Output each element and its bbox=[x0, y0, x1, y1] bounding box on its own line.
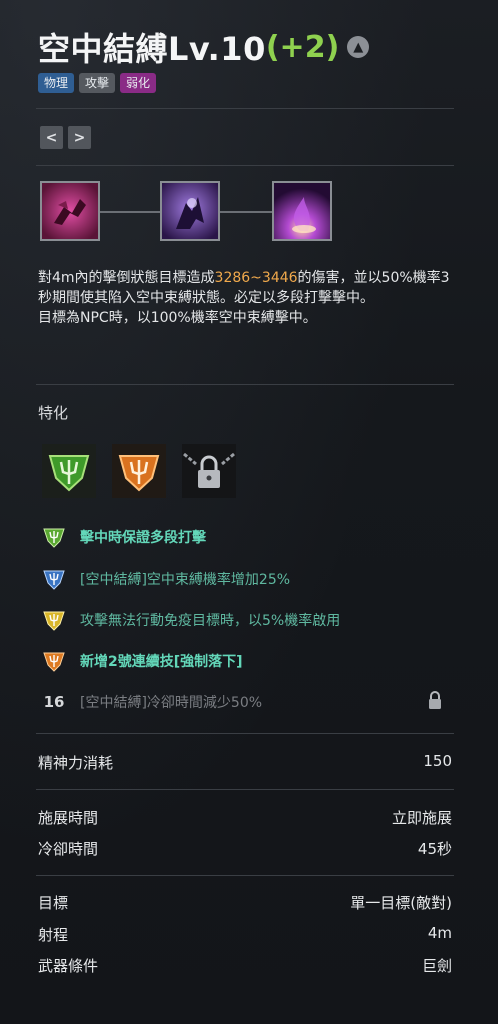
stat-cast-time: 施展時間 立即施展 bbox=[38, 807, 452, 828]
stat-cooldown: 冷卻時間 45秒 bbox=[38, 838, 452, 859]
orange-trident-badge-icon bbox=[43, 652, 65, 672]
claw-grab-skill-icon[interactable] bbox=[40, 181, 100, 241]
stat-value: 單一目標(敵對) bbox=[350, 894, 452, 912]
lock-icon bbox=[429, 691, 441, 709]
stat-label: 武器條件 bbox=[38, 957, 99, 975]
stat-label: 施展時間 bbox=[38, 809, 99, 827]
yellow-trident-badge-icon bbox=[43, 611, 65, 631]
divider bbox=[36, 384, 454, 385]
stat-weapon: 武器條件 巨劍 bbox=[38, 955, 452, 976]
spec-text: 擊中時保證多段打擊 bbox=[80, 530, 206, 546]
divider bbox=[36, 165, 454, 166]
spec-item-locked: 16 [空中結縛]冷卻時間減少50% bbox=[42, 690, 262, 714]
stat-spirit-cost: 精神力消耗 150 bbox=[38, 752, 452, 773]
stat-value: 巨劍 bbox=[421, 957, 452, 975]
green-trident-gem-icon[interactable] bbox=[40, 442, 98, 500]
spec-text: [空中結縛]冷卻時間減少50% bbox=[80, 695, 263, 711]
stat-label: 射程 bbox=[38, 926, 69, 944]
blue-trident-badge-icon bbox=[43, 570, 65, 590]
divider bbox=[36, 789, 454, 790]
stat-label: 精神力消耗 bbox=[38, 754, 114, 772]
damage-range: 3286~3446 bbox=[214, 270, 298, 286]
combo-connector bbox=[220, 211, 272, 213]
next-button[interactable]: > bbox=[68, 126, 91, 149]
combo-nav: < > bbox=[40, 126, 91, 149]
tag-physical: 物理 bbox=[38, 73, 75, 93]
combo-connector bbox=[100, 211, 160, 213]
stat-value: 150 bbox=[423, 752, 452, 770]
arrow-up-circle-icon[interactable]: ▲ bbox=[347, 36, 370, 58]
description-npc-line: 目標為NPC時，以100%機率空中束縛擊中。 bbox=[38, 310, 317, 326]
spec-text: 攻擊無法行動免疫目標時，以5%機率啟用 bbox=[80, 613, 341, 629]
tag-weaken: 弱化 bbox=[120, 73, 157, 93]
skill-level-bonus: (+2) bbox=[265, 29, 340, 65]
stat-value: 立即施展 bbox=[391, 809, 452, 827]
divider bbox=[36, 875, 454, 876]
skill-tooltip-panel: 空中結縛Lv.10 (+2) ▲ 物理 攻擊 弱化 < > 對4m內的擊倒狀態目… bbox=[0, 0, 498, 1024]
spec-item: 新增2號連續技[強制落下] bbox=[42, 649, 243, 673]
tag-attack: 攻擊 bbox=[79, 73, 116, 93]
specialization-label: 特化 bbox=[38, 404, 69, 422]
spec-item: 攻擊無法行動免疫目標時，以5%機率啟用 bbox=[42, 608, 340, 632]
stat-value: 45秒 bbox=[417, 840, 452, 858]
description-text: 對4m內的擊倒狀態目標造成 bbox=[38, 270, 215, 286]
skill-title: 空中結縛Lv.10 bbox=[38, 30, 266, 68]
divider bbox=[36, 733, 454, 734]
spec-text: 新增2號連續技[強制落下] bbox=[80, 654, 243, 670]
orange-trident-gem-icon[interactable] bbox=[110, 442, 168, 500]
stat-range: 射程 4m bbox=[38, 924, 452, 945]
shadow-bind-skill-icon[interactable] bbox=[160, 181, 220, 241]
stat-target: 目標 單一目標(敵對) bbox=[38, 892, 452, 913]
skill-tags: 物理 攻擊 弱化 bbox=[38, 73, 157, 93]
green-trident-badge-icon bbox=[43, 528, 65, 548]
spec-text: [空中結縛]空中束縛機率增加25% bbox=[80, 572, 291, 588]
stat-label: 冷卻時間 bbox=[38, 840, 99, 858]
required-level: 16 bbox=[43, 693, 65, 711]
stat-label: 目標 bbox=[38, 894, 69, 912]
title-row: 空中結縛Lv.10 (+2) ▲ bbox=[38, 24, 370, 70]
padlock-chain-icon[interactable] bbox=[180, 442, 238, 500]
prev-button[interactable]: < bbox=[40, 126, 63, 149]
divider bbox=[36, 108, 454, 109]
spec-item: 擊中時保證多段打擊 bbox=[42, 525, 206, 549]
stat-value: 4m bbox=[427, 924, 452, 942]
purple-flame-skill-icon[interactable] bbox=[272, 181, 332, 241]
spec-item: [空中結縛]空中束縛機率增加25% bbox=[42, 567, 290, 591]
skill-description: 對4m內的擊倒狀態目標造成3286~3446的傷害，並以50%機率3秒期間使其陷… bbox=[38, 268, 458, 328]
